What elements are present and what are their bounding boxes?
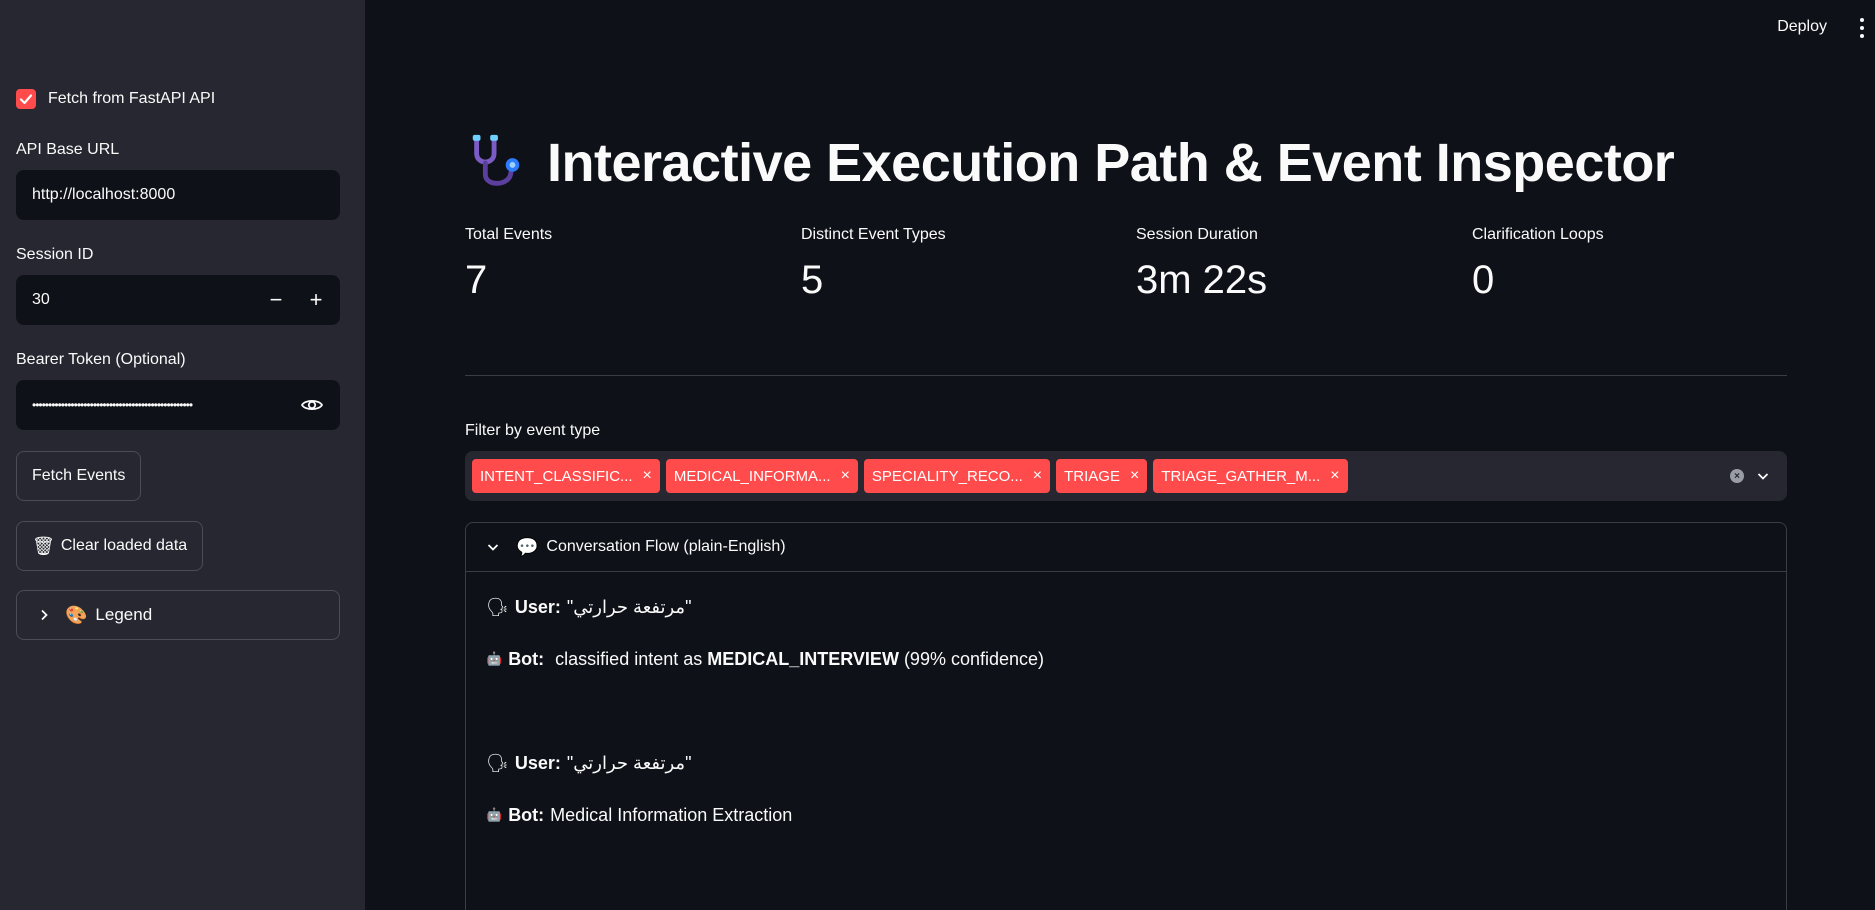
clear-loaded-data-label: Clear loaded data <box>60 537 188 554</box>
remove-tag-icon[interactable]: × <box>1130 467 1139 485</box>
clear-all-icon[interactable]: × <box>1730 469 1744 483</box>
wastebasket-icon: 🗑 <box>32 535 55 557</box>
bot-message: 🤖 Bot: Medical Information Extraction <box>486 805 792 826</box>
palette-icon: 🎨 <box>65 604 88 626</box>
expander-title: 💬 Conversation Flow (plain-English) <box>516 537 786 558</box>
remove-tag-icon[interactable]: × <box>643 467 652 485</box>
speaking-head-icon: 🗣 <box>486 597 509 618</box>
fetch-checkbox-label: Fetch from FastAPI API <box>48 90 216 107</box>
filter-tag-label: TRIAGE_GATHER_M... <box>1161 467 1321 485</box>
user-message: 🗣 User: "مرتفعة حرارتي" <box>486 753 691 774</box>
filter-label: Filter by event type <box>465 422 601 439</box>
stethoscope-icon <box>472 134 520 186</box>
legend-label: Legend <box>95 605 153 624</box>
remove-tag-icon[interactable]: × <box>841 467 850 485</box>
session-id-label: Session ID <box>16 246 94 263</box>
message-text: "مرتفعة حرارتي" <box>566 753 692 773</box>
expander-label: Conversation Flow (plain-English) <box>546 538 786 555</box>
metric-label: Clarification Loops <box>1472 226 1604 243</box>
remove-tag-icon[interactable]: × <box>1330 467 1339 485</box>
filter-tag-label: MEDICAL_INFORMA... <box>673 467 831 485</box>
bot-message: 🤖 Bot: classified intent as MEDICAL_INTE… <box>486 649 1044 670</box>
user-message: 🗣 User: "مرتفعة حرارتي" <box>486 597 691 618</box>
api-base-url-value: http://localhost:8000 <box>32 186 176 203</box>
main-menu-icon[interactable] <box>1859 18 1865 38</box>
sidebar: Fetch from FastAPI API API Base URL http… <box>0 0 365 910</box>
deploy-button[interactable]: Deploy <box>1777 18 1827 36</box>
speaker-label: Bot: <box>508 649 545 669</box>
chevron-right-icon <box>41 609 48 621</box>
speaker-label: User: <box>514 597 561 617</box>
message-text: "مرتفعة حرارتي" <box>566 597 692 617</box>
filter-tag-label: TRIAGE <box>1064 467 1120 485</box>
page-title: Interactive Execution Path & Event Inspe… <box>547 133 1675 193</box>
bearer-token-label: Bearer Token (Optional) <box>16 351 186 368</box>
filter-tag[interactable]: TRIAGE × <box>1056 459 1148 493</box>
confidence-text: (99% confidence) <box>898 649 1045 669</box>
multiselect-controls: × <box>1730 469 1780 483</box>
metric-label: Session Duration <box>1136 226 1258 243</box>
metric-distinct-event-types: Distinct Event Types 5 <box>801 226 946 303</box>
divider <box>465 375 1787 376</box>
filter-tag[interactable]: MEDICAL_INFORMA... × <box>665 459 858 493</box>
robot-icon: 🤖 <box>486 808 503 823</box>
clear-loaded-data-button[interactable]: 🗑 Clear loaded data <box>16 521 204 571</box>
metric-value: 3m 22s <box>1136 258 1268 302</box>
remove-tag-icon[interactable]: × <box>1033 467 1042 485</box>
chevron-down-icon <box>487 544 499 551</box>
fetch-events-button[interactable]: Fetch Events <box>16 451 142 501</box>
bearer-token-input[interactable]: ••••••••••••••••••••••••••••••••••••••••… <box>16 380 340 430</box>
filter-tag[interactable]: INTENT_CLASSIFIC... × <box>472 459 660 493</box>
message-text: Medical Information Extraction <box>550 805 793 825</box>
api-base-url-input[interactable]: http://localhost:8000 <box>16 170 340 220</box>
checkbox-checked-icon[interactable] <box>16 89 36 109</box>
increment-button[interactable]: + <box>296 287 336 313</box>
main-content: Deploy Interactive Execution Path & Even… <box>365 0 1875 910</box>
fetch-from-api-checkbox[interactable]: Fetch from FastAPI API <box>16 89 215 109</box>
chevron-down-icon[interactable] <box>1756 469 1770 483</box>
page-title-row: Interactive Execution Path & Event Inspe… <box>465 132 1675 194</box>
event-type-multiselect[interactable]: INTENT_CLASSIFIC... × MEDICAL_INFORMA... ×… <box>465 451 1787 501</box>
robot-icon: 🤖 <box>486 652 503 667</box>
legend-expander[interactable]: 🎨 Legend <box>16 590 340 640</box>
metric-label: Distinct Event Types <box>801 226 946 243</box>
speaker-label: User: <box>514 753 561 773</box>
session-id-value: 30 <box>32 291 50 308</box>
show-password-eye-icon[interactable] <box>300 393 324 417</box>
session-id-stepper[interactable]: 30 − + <box>16 275 340 325</box>
bearer-token-value: ••••••••••••••••••••••••••••••••••••••••… <box>32 398 193 412</box>
conversation-flow-expander: 💬 Conversation Flow (plain-English) 🗣 Us… <box>465 522 1787 910</box>
metric-value: 5 <box>801 258 824 302</box>
api-base-url-label: API Base URL <box>16 141 120 158</box>
message-text: classified intent as <box>550 649 708 669</box>
filter-tag-label: SPECIALITY_RECO... <box>871 467 1023 485</box>
speaking-head-icon: 🗣 <box>486 753 509 774</box>
speaker-label: Bot: <box>508 805 545 825</box>
metric-clarification-loops: Clarification Loops 0 <box>1472 226 1604 303</box>
filter-tag[interactable]: TRIAGE_GATHER_M... × <box>1153 459 1348 493</box>
fetch-events-label: Fetch Events <box>32 467 126 484</box>
metric-value: 0 <box>1472 258 1495 302</box>
expander-header[interactable]: 💬 Conversation Flow (plain-English) <box>466 523 1786 572</box>
filter-tag-label: INTENT_CLASSIFIC... <box>480 467 633 485</box>
metric-total-events: Total Events 7 <box>465 226 552 303</box>
filter-tag[interactable]: SPECIALITY_RECO... × <box>863 459 1051 493</box>
metric-label: Total Events <box>465 226 553 243</box>
intent-name: MEDICAL_INTERVIEW <box>707 649 899 669</box>
decrement-button[interactable]: − <box>256 287 296 313</box>
metric-value: 7 <box>465 258 488 302</box>
metric-session-duration: Session Duration 3m 22s <box>1136 226 1267 303</box>
speech-bubble-icon: 💬 <box>516 536 539 558</box>
